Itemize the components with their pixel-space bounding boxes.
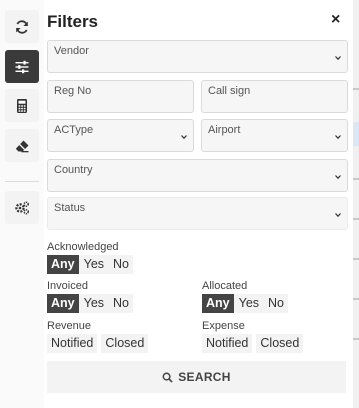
close-icon[interactable]: ×: [331, 11, 340, 29]
status-select[interactable]: Status: [47, 197, 348, 230]
background-divider: [353, 338, 359, 340]
vendor-label: Vendor: [54, 45, 89, 57]
invoiced-toggle: Any Yes No: [47, 294, 134, 313]
calculator-button[interactable]: [5, 89, 39, 122]
search-icon: [162, 372, 173, 383]
chevron-down-icon: [334, 173, 342, 181]
chevron-down-icon: [334, 54, 342, 62]
filter-toolbar: [0, 0, 44, 408]
filters-panel: Filters × Vendor Reg No Call sign ACType…: [44, 0, 353, 408]
revenue-notified-option[interactable]: Notified: [47, 334, 98, 353]
sliders-icon: [15, 60, 29, 73]
cogs-icon: [15, 200, 29, 215]
acknowledged-yes-option[interactable]: Yes: [79, 255, 109, 274]
chevron-down-icon: [334, 211, 342, 219]
chevron-down-icon: [334, 133, 342, 141]
background-highlight-row: [353, 122, 359, 146]
allocated-toggle: Any Yes No: [202, 294, 289, 313]
background-divider: [353, 298, 359, 300]
search-button-label: SEARCH: [178, 370, 231, 384]
search-button[interactable]: SEARCH: [47, 361, 346, 393]
background-divider: [353, 218, 359, 220]
expense-notified-option[interactable]: Notified: [202, 334, 253, 353]
revenue-toggle: Notified Closed: [47, 334, 149, 353]
airport-label: Airport: [208, 124, 241, 136]
acknowledged-any-option[interactable]: Any: [47, 255, 79, 274]
expense-toggle: Notified Closed: [202, 334, 304, 353]
invoiced-any-option[interactable]: Any: [47, 294, 79, 313]
expense-closed-option[interactable]: Closed: [256, 334, 304, 353]
background-divider: [353, 88, 359, 90]
call-sign-input[interactable]: Call sign: [201, 80, 348, 113]
invoiced-label: Invoiced: [47, 280, 88, 292]
reg-no-input[interactable]: Reg No: [47, 80, 194, 113]
status-label: Status: [54, 202, 86, 214]
toolbar-divider: [5, 181, 39, 182]
background-divider: [353, 258, 359, 260]
allocated-label: Allocated: [202, 280, 248, 292]
expense-label: Expense: [202, 320, 245, 332]
acknowledged-label: Acknowledged: [47, 241, 119, 253]
vendor-select[interactable]: Vendor: [47, 40, 348, 73]
settings-button[interactable]: [5, 191, 39, 224]
invoiced-no-option[interactable]: No: [109, 294, 134, 313]
actype-label: ACType: [54, 124, 94, 136]
acknowledged-no-option[interactable]: No: [109, 255, 134, 274]
eraser-icon: [15, 140, 29, 152]
background-divider: [353, 178, 359, 180]
acknowledged-toggle: Any Yes No: [47, 255, 134, 274]
refresh-button[interactable]: [5, 10, 39, 43]
actype-select[interactable]: ACType: [47, 119, 194, 152]
allocated-yes-option[interactable]: Yes: [234, 294, 264, 313]
chevron-down-icon: [180, 133, 188, 141]
call-sign-label: Call sign: [208, 85, 251, 97]
filters-button[interactable]: [5, 50, 39, 83]
reg-no-label: Reg No: [54, 85, 92, 97]
allocated-no-option[interactable]: No: [264, 294, 289, 313]
eraser-button[interactable]: [5, 129, 39, 162]
revenue-closed-option[interactable]: Closed: [101, 334, 149, 353]
country-label: Country: [54, 164, 93, 176]
panel-title: Filters: [47, 12, 99, 31]
airport-select[interactable]: Airport: [201, 119, 348, 152]
country-select[interactable]: Country: [47, 159, 348, 192]
background-page-edge: [353, 0, 359, 408]
refresh-icon: [16, 19, 28, 34]
calculator-icon: [17, 98, 27, 113]
allocated-any-option[interactable]: Any: [202, 294, 234, 313]
revenue-label: Revenue: [47, 320, 92, 332]
invoiced-yes-option[interactable]: Yes: [79, 294, 109, 313]
